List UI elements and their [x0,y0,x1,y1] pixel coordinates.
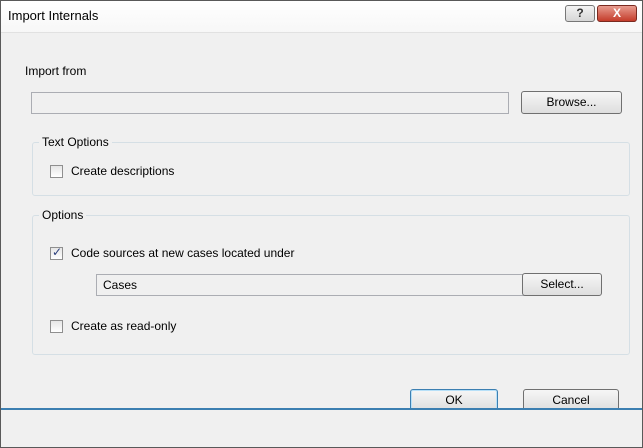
import-from-field[interactable] [31,92,509,114]
text-options-group: Text Options Create descriptions [32,135,630,196]
browse-button[interactable]: Browse... [521,91,622,114]
close-button[interactable]: X [597,5,637,22]
window-bottom-edge [1,408,642,447]
dialog-title: Import Internals [8,8,99,23]
import-internals-dialog: Import Internals ? X Import from Browse.… [0,0,643,448]
dialog-body: Import from Browse... Text Options Creat… [1,33,642,412]
create-descriptions-checkbox[interactable] [50,165,63,178]
select-button[interactable]: Select... [522,273,602,296]
import-from-label: Import from [25,64,87,78]
create-descriptions-label: Create descriptions [71,164,175,178]
options-group: Options ✓ Code sources at new cases loca… [32,208,630,355]
help-button[interactable]: ? [565,5,595,22]
text-options-legend: Text Options [39,135,112,149]
title-bar: Import Internals ? X [1,1,642,33]
code-sources-label: Code sources at new cases located under [71,246,295,260]
read-only-label: Create as read-only [71,319,177,333]
cases-field[interactable]: Cases [96,274,542,296]
code-sources-checkbox[interactable]: ✓ [50,245,63,260]
checkmark-icon: ✓ [52,245,63,259]
read-only-checkbox[interactable] [50,320,63,333]
options-legend: Options [39,208,87,222]
